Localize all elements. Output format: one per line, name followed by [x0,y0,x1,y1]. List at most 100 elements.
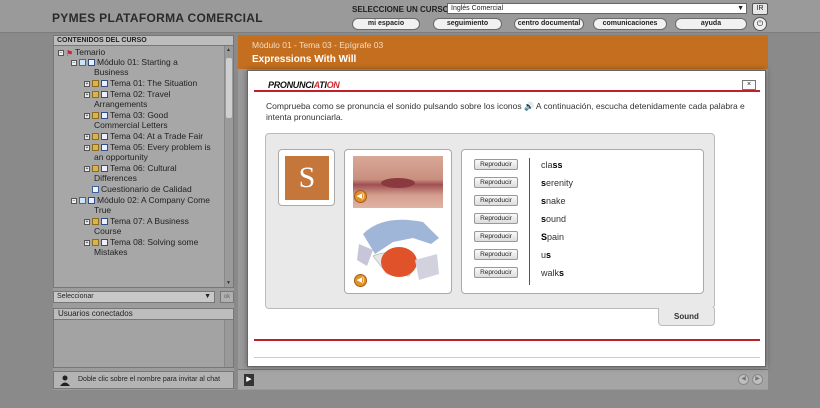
tree-item-tema-04[interactable]: + Tema 04: At a Trade Fair [84,131,203,141]
chat-hint: Doble clic sobre el nombre para invitar … [53,371,234,389]
checkbox-icon[interactable] [101,112,108,120]
word-item: Spain [541,232,565,242]
tree-scrollbar[interactable]: ▲ ▼ [224,46,233,287]
speaker-icon[interactable]: ◀) [354,190,367,203]
collapse-icon[interactable]: − [71,59,77,66]
tree-item-continuation: an opportunity [94,152,148,162]
tree-item-tema-01[interactable]: + Tema 01: The Situation [84,78,197,88]
tree-item-modulo-02[interactable]: − Módulo 02: A Company Come [71,195,210,205]
modal-header: PRONUNCIATION × [254,78,760,92]
word-item: snake [541,196,566,206]
collapse-icon[interactable]: − [71,197,77,204]
folder-icon [92,133,99,141]
course-select[interactable]: Inglés Comercial ▼ [447,3,747,14]
tab-sound[interactable]: Sound [658,308,715,326]
checkbox-icon[interactable] [101,165,108,173]
speaker-icon: 🔊 [524,102,534,111]
power-icon[interactable]: ⏻ [753,17,767,31]
expand-icon[interactable]: + [84,133,90,140]
checkbox-icon[interactable] [101,91,108,99]
expand-icon[interactable]: + [84,218,90,225]
mouth-photo [353,156,443,208]
previous-icon[interactable]: ◀ [738,374,749,385]
letter-card: S [278,149,335,206]
tree-item-modulo-01[interactable]: − Módulo 01: Starting a [71,57,178,67]
lesson-header: Módulo 01 - Tema 03 - Epígrafe 03 Expres… [238,35,768,69]
chevron-down-icon: ▼ [737,5,744,12]
course-contents-header: CONTENIDOS DEL CURSO [53,35,234,46]
close-button[interactable]: × [742,80,756,90]
scroll-down-icon[interactable]: ▼ [226,280,231,286]
tree-item-tema-07[interactable]: + Tema 07: A Business [84,216,189,226]
tree-item-continuation: True [94,205,112,215]
lesson-title: Expressions With Will [252,54,357,65]
tree-item-continuation: Course [94,226,122,236]
scroll-up-icon[interactable]: ▲ [226,47,231,53]
folder-icon [92,91,99,99]
go-button[interactable]: IR [752,3,768,15]
tree-item-tema-02[interactable]: + Tema 02: Travel [84,89,170,99]
pronunciation-modal: PRONUNCIATION × Comprueba como se pronun… [247,70,766,367]
tree-item-tema-06[interactable]: + Tema 06: Cultural [84,163,177,173]
expand-icon[interactable]: + [84,165,90,172]
speaker-icon[interactable]: ◀) [354,274,367,287]
expand-icon[interactable]: + [84,112,90,119]
nav-centro-documental[interactable]: centro documental [514,18,584,30]
word-item: us [541,250,552,260]
folder-icon [92,144,99,152]
users-scrollbar[interactable] [224,320,233,367]
course-select-value: Inglés Comercial [451,5,504,12]
breadcrumb: Módulo 01 - Tema 03 - Epígrafe 03 [252,40,384,50]
tree-item-cuestionario[interactable]: Cuestionario de Calidad [92,184,192,194]
tree-item-tema-03[interactable]: + Tema 03: Good [84,110,168,120]
checkbox-icon[interactable] [101,239,108,247]
tree-item-continuation: Mistakes [94,247,128,257]
play-button[interactable]: Reproducir [474,159,518,170]
play-button[interactable]: Reproducir [474,231,518,242]
content-select[interactable]: Seleccionar ▼ [53,291,215,303]
tree-item-tema-08[interactable]: + Tema 08: Solving some [84,237,198,247]
toggle-panel-button[interactable]: ▶ [244,374,254,386]
play-button[interactable]: Reproducir [474,267,518,278]
nav-ayuda[interactable]: ayuda [675,18,747,30]
next-icon[interactable]: ▶ [752,374,763,385]
checkbox-icon[interactable] [101,144,108,152]
word-item: serenity [541,178,574,188]
sound-panel: S ◀) ◀) Reproducir class Reproducir sere… [265,133,715,309]
folder-icon [92,165,99,173]
tree-item-temario[interactable]: − ⚑ Temario [58,47,105,58]
play-button[interactable]: Reproducir [474,177,518,188]
word-item: sound [541,214,567,224]
nav-mi-espacio[interactable]: mi espacio [352,18,420,30]
word-list: Reproducir class Reproducir serenity Rep… [461,149,704,294]
connected-users-list[interactable] [53,320,234,368]
left-panel: CONTENIDOS DEL CURSO − ⚑ Temario − Módulo 0… [53,35,234,390]
ok-button[interactable]: ok [220,291,234,303]
document-icon [92,186,99,194]
checkbox-icon[interactable] [88,197,95,205]
play-button[interactable]: Reproducir [474,213,518,224]
folder-icon [92,80,99,88]
app-title: PYMES PLATAFORMA COMERCIAL [52,11,263,25]
checkbox-icon[interactable] [101,133,108,141]
bottom-toolbar: ▶ ◀ ▶ [238,369,768,389]
course-select-label: SELECCIONE UN CURSO: [352,5,452,14]
expand-icon[interactable]: + [84,144,90,151]
checkbox-icon[interactable] [101,218,108,226]
nav-comunicaciones[interactable]: comunicaciones [593,18,667,30]
play-button[interactable]: Reproducir [474,195,518,206]
person-icon [60,375,70,386]
nav-seguimiento[interactable]: seguimiento [433,18,502,30]
expand-icon[interactable]: + [84,239,90,246]
folder-icon [92,239,99,247]
checkbox-icon[interactable] [101,80,108,88]
chevron-down-icon: ▼ [204,293,211,300]
scrollbar-thumb[interactable] [226,58,232,118]
expand-icon[interactable]: + [84,80,90,87]
folder-icon [92,218,99,226]
tree-item-tema-05[interactable]: + Tema 05: Every problem is [84,142,211,152]
checkbox-icon[interactable] [88,59,95,67]
expand-icon[interactable]: + [84,91,90,98]
collapse-icon[interactable]: − [58,49,64,56]
play-button[interactable]: Reproducir [474,249,518,260]
